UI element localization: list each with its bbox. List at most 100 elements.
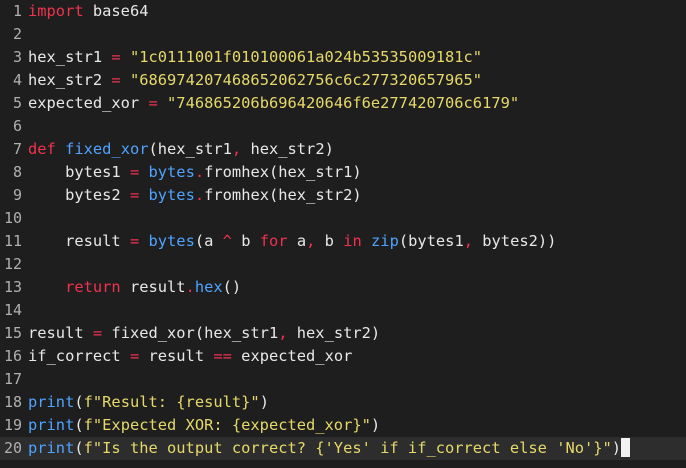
code-token: if_correct xyxy=(28,347,130,365)
code-token: result xyxy=(139,347,214,365)
code-token: def xyxy=(28,140,56,158)
code-line[interactable]: 14 xyxy=(0,299,686,322)
code-token: = xyxy=(111,48,121,66)
code-line[interactable]: 12 xyxy=(0,253,686,276)
line-number: 15 xyxy=(3,324,22,342)
code-token: bytes xyxy=(148,186,195,204)
code-token: ^ xyxy=(222,232,232,250)
code-token: base64 xyxy=(83,2,149,20)
line-number: 5 xyxy=(12,94,22,112)
code-text: def fixed_xor(hex_str1, hex_str2) xyxy=(28,138,334,161)
code-text: import base64 xyxy=(28,0,148,23)
code-token: fromhex(hex_str1) xyxy=(204,163,362,181)
code-token: , xyxy=(231,140,242,158)
text-cursor xyxy=(621,438,631,457)
line-number: 11 xyxy=(3,232,22,250)
code-token: "686974207468652062756c6c277320657965" xyxy=(129,71,483,89)
code-token: expected_xor xyxy=(231,347,353,365)
code-token: print xyxy=(28,393,75,411)
code-token: bytes xyxy=(148,232,195,250)
code-line[interactable]: 10 xyxy=(0,207,686,230)
code-token: fixed_xor xyxy=(65,140,149,158)
code-token: (a xyxy=(194,232,223,250)
code-text: print(f"Expected XOR: {expected_xor}") xyxy=(28,414,380,437)
code-token: = xyxy=(111,71,121,89)
code-line[interactable]: 4 hex_str2 = "686974207468652062756c6c277… xyxy=(0,69,686,92)
code-token: = xyxy=(129,186,140,204)
code-token: hex_str2 xyxy=(28,71,112,89)
line-number: 10 xyxy=(3,209,22,227)
code-token: . xyxy=(185,278,195,296)
line-number: 2 xyxy=(12,25,22,43)
line-number: 13 xyxy=(3,278,22,296)
code-token: hex xyxy=(194,278,223,296)
code-token: a xyxy=(287,232,307,250)
code-line[interactable]: 5 expected_xor = "746865206b696420646f6e2… xyxy=(0,92,686,115)
code-line[interactable]: 2 xyxy=(0,23,686,46)
code-token: . xyxy=(194,163,205,181)
line-number: 9 xyxy=(12,186,22,204)
code-token: zip xyxy=(371,232,399,250)
line-number: 17 xyxy=(3,370,22,388)
code-token: fromhex(hex_str2) xyxy=(204,186,362,204)
code-line[interactable]: 18 print(f"Result: {result}") xyxy=(0,391,686,414)
code-line[interactable]: 19 print(f"Expected XOR: {expected_xor}") xyxy=(0,414,686,437)
code-token: "1c0111001f010100061a024b53535009181c" xyxy=(129,48,483,66)
code-line[interactable]: 17 xyxy=(0,368,686,391)
code-token: ( xyxy=(74,439,84,457)
code-text: if_correct = result == expected_xor xyxy=(28,345,352,368)
code-token: hex_str2) xyxy=(241,140,334,158)
code-token: ( xyxy=(74,393,84,411)
code-line[interactable]: 11 result = bytes(a ^ b for a, b in zip(… xyxy=(0,230,686,253)
line-number: 18 xyxy=(3,393,22,411)
code-token: result xyxy=(120,278,186,296)
code-token: (bytes1 xyxy=(398,232,464,250)
code-token: expected_xor xyxy=(28,94,149,112)
code-token: . xyxy=(194,186,205,204)
code-token: ( xyxy=(74,416,84,434)
line-number: 14 xyxy=(3,301,22,319)
code-token: print xyxy=(28,416,75,434)
code-token: = xyxy=(92,324,103,342)
code-line[interactable]: 15 result = fixed_xor(hex_str1, hex_str2) xyxy=(0,322,686,345)
code-token: bytes1 xyxy=(28,163,130,181)
code-text: result = bytes(a ^ b for a, b in zip(byt… xyxy=(28,230,556,253)
code-token: == xyxy=(213,347,232,365)
code-line[interactable]: 7 def fixed_xor(hex_str1, hex_str2) xyxy=(0,138,686,161)
code-line[interactable]: 3 hex_str1 = "1c0111001f010100061a024b535… xyxy=(0,46,686,69)
code-line[interactable]: 13 return result.hex() xyxy=(0,276,686,299)
code-line[interactable]: 6 xyxy=(0,115,686,138)
code-editor[interactable]: 1 import base64 2 3 hex_str1 = "1c0111001f01… xyxy=(0,0,686,468)
code-token: for xyxy=(259,232,288,250)
code-token: return xyxy=(28,278,121,296)
code-line[interactable]: 16 if_correct = result == expected_xor xyxy=(0,345,686,368)
code-token: ) xyxy=(259,393,269,411)
code-token: bytes2 xyxy=(28,186,130,204)
code-token: bytes2)) xyxy=(473,232,557,250)
code-line[interactable]: 9 bytes2 = bytes.fromhex(hex_str2) xyxy=(0,184,686,207)
code-token: result xyxy=(28,324,93,342)
code-line[interactable]: 1 import base64 xyxy=(0,0,686,23)
code-line[interactable]: 8 bytes1 = bytes.fromhex(hex_str1) xyxy=(0,161,686,184)
line-number: 19 xyxy=(3,416,22,434)
code-token: , xyxy=(306,232,316,250)
code-text: expected_xor = "746865206b696420646f6e27… xyxy=(28,92,519,115)
code-token: import xyxy=(28,2,84,20)
code-line[interactable]: 20 print(f"Is the output correct? {'Yes' … xyxy=(0,437,686,460)
code-text: hex_str1 = "1c0111001f010100061a024b5353… xyxy=(28,46,482,69)
code-text: print(f"Is the output correct? {'Yes' if… xyxy=(28,437,631,460)
code-token: (hex_str1 xyxy=(148,140,232,158)
line-number: 6 xyxy=(12,117,22,135)
code-text: bytes1 = bytes.fromhex(hex_str1) xyxy=(28,161,362,184)
line-number: 3 xyxy=(12,48,22,66)
code-text: hex_str2 = "686974207468652062756c6c2773… xyxy=(28,69,482,92)
code-token: = xyxy=(129,232,140,250)
code-token: = xyxy=(148,94,158,112)
code-token: in xyxy=(343,232,362,250)
code-token: f"Is the output correct? {'Yes' if if_co… xyxy=(83,439,612,457)
